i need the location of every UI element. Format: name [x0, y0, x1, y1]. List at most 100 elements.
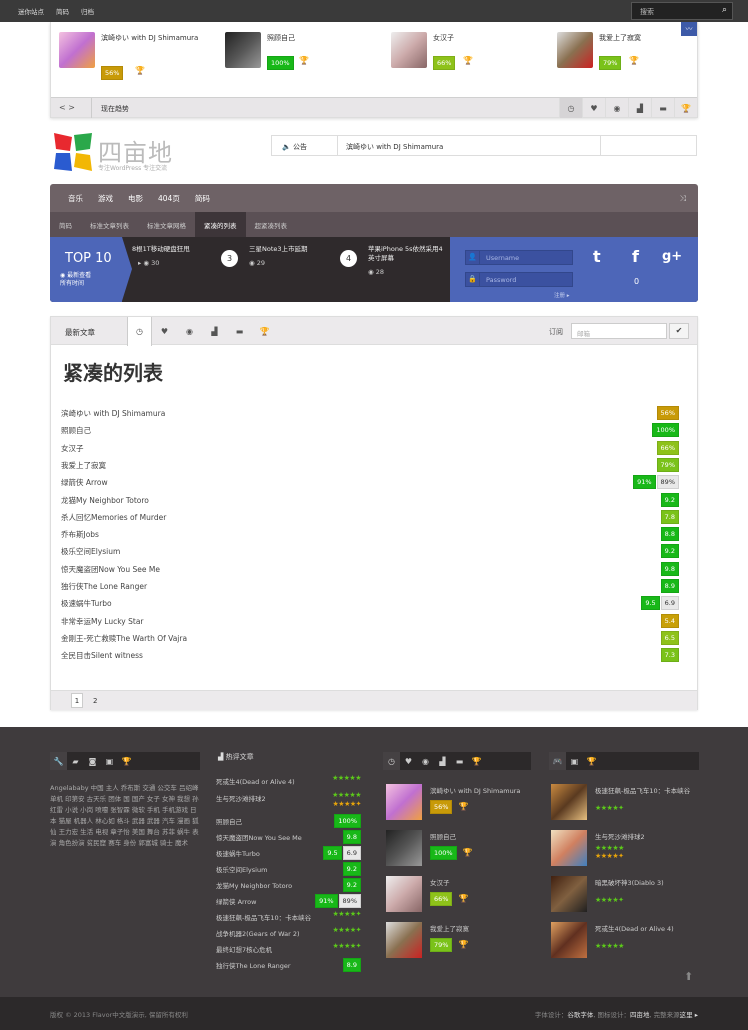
submit-check-icon[interactable]: ✔: [669, 323, 689, 339]
site-logo[interactable]: [52, 131, 94, 173]
comment-icon[interactable]: ▬: [651, 98, 674, 118]
list-item[interactable]: 龙猫My Neighbor Totoro 9.2: [61, 492, 679, 509]
slide-title[interactable]: 女汉子: [433, 34, 533, 43]
slide-thumbnail[interactable]: [557, 32, 593, 68]
article-title[interactable]: 独行侠The Lone Ranger: [61, 581, 147, 592]
article-title[interactable]: 全民目击Silent witness: [61, 650, 143, 661]
register-link[interactable]: 注册 ▸: [554, 291, 570, 299]
article-thumbnail[interactable]: [386, 784, 422, 820]
footer-article-item[interactable]: 女汉子 66% 🏆: [386, 876, 536, 916]
hot-article-title[interactable]: 最终幻想7核心危机: [216, 944, 326, 954]
clock-icon[interactable]: ◷: [127, 317, 152, 346]
hot-article-item[interactable]: 照顾自己 100%: [216, 813, 361, 829]
featured-title[interactable]: 三星Note3上市延期: [249, 245, 339, 254]
list-item[interactable]: 金刚王-死亡救赎The Warth Of Vajra 6.5: [61, 630, 679, 647]
list-item[interactable]: 独行侠The Lone Ranger 8.9: [61, 578, 679, 595]
game-title[interactable]: 死或生4(Dead or Alive 4): [595, 925, 700, 934]
hot-article-item[interactable]: 死或生4(Dead or Alive 4) ★★★★★: [216, 773, 361, 789]
password-field[interactable]: 🔒 Password: [465, 272, 573, 287]
article-thumbnail[interactable]: [386, 830, 422, 866]
footer-game-item[interactable]: 极速狂飙-极品飞车10：卡本峡谷 ★★★★✦: [551, 784, 701, 824]
eye-icon[interactable]: ◉: [605, 98, 628, 118]
bar-chart-icon[interactable]: ▟: [202, 317, 227, 345]
footer-game-item[interactable]: 死或生4(Dead or Alive 4) ★★★★★: [551, 922, 701, 962]
article-title[interactable]: 龙猫My Neighbor Totoro: [61, 495, 149, 506]
slide-item[interactable]: 照顾自己 100% 🏆: [225, 32, 375, 82]
hot-article-title[interactable]: 战争机器2(Gears of War 2): [216, 928, 326, 938]
facebook-icon[interactable]: f: [632, 247, 639, 266]
bar-chart-icon[interactable]: ▟: [434, 752, 451, 770]
trophy-icon[interactable]: 🏆: [674, 98, 697, 118]
subnav-item[interactable]: 超紧凑列表: [246, 212, 297, 237]
article-title[interactable]: 滨崎ゆい with DJ Shimamura: [61, 408, 165, 419]
nav-item[interactable]: 音乐: [68, 193, 83, 204]
list-item[interactable]: 乔布斯Jobs 8.8: [61, 526, 679, 543]
top-menu-item[interactable]: 迷你站点: [18, 6, 44, 16]
back-to-top-icon[interactable]: ⬆: [684, 970, 693, 983]
credit-link[interactable]: 四亩地: [630, 1011, 650, 1019]
search-input[interactable]: 搜索 ⌕: [631, 2, 733, 20]
hot-article-title[interactable]: 极速蜗牛Turbo: [216, 848, 326, 858]
article-title[interactable]: 极速蜗牛Turbo: [61, 598, 112, 609]
eye-icon[interactable]: ◉: [417, 752, 434, 770]
featured-title[interactable]: 苹果iPhone 5s依然采用4英寸屏幕: [368, 245, 446, 263]
article-title[interactable]: 女汉子: [430, 879, 535, 888]
hot-article-item[interactable]: 生与死沙滩排球2 ★★★★★ ★★★★✦: [216, 790, 362, 808]
slide-item[interactable]: 我爱上了寂寞 79% 🏆: [557, 32, 707, 82]
slide-thumbnail[interactable]: [225, 32, 261, 68]
slide-thumbnail[interactable]: [391, 32, 427, 68]
heart-icon[interactable]: ♥: [582, 98, 605, 118]
hot-article-title[interactable]: 极速狂飙-极品飞车10：卡本峡谷: [216, 912, 326, 922]
featured-title[interactable]: 8根1T移动硬盘狂甩: [132, 245, 222, 254]
list-item[interactable]: 极速蜗牛Turbo 9.5 6.9: [61, 595, 679, 612]
top-menu-item[interactable]: 归档: [81, 6, 94, 16]
nav-item[interactable]: 404页: [158, 193, 180, 204]
hot-article-title[interactable]: 绿箭侠 Arrow: [216, 896, 326, 906]
bar-chart-icon[interactable]: ▟: [628, 98, 651, 118]
list-item[interactable]: 滨崎ゆい with DJ Shimamura 56%: [61, 405, 679, 422]
list-item[interactable]: 照顾自己 100%: [61, 422, 679, 439]
article-thumbnail[interactable]: [386, 922, 422, 958]
hot-article-item[interactable]: 绿箭侠 Arrow 91% 89%: [216, 893, 361, 909]
trophy-icon[interactable]: 🏆: [583, 752, 600, 770]
article-thumbnail[interactable]: [386, 876, 422, 912]
list-item[interactable]: 极乐空间Elysium 9.2: [61, 543, 679, 560]
nav-item[interactable]: 电影: [128, 193, 143, 204]
list-item[interactable]: 女汉子 66%: [61, 440, 679, 457]
username-field[interactable]: 👤 Username: [465, 250, 573, 265]
slide-item[interactable]: 女汉子 66% 🏆: [391, 32, 541, 82]
page-number-active[interactable]: 1: [71, 693, 83, 708]
tv-icon[interactable]: ▣: [101, 752, 118, 770]
clock-icon[interactable]: ◷: [383, 752, 400, 770]
article-title[interactable]: 金刚王-死亡救赎The Warth Of Vajra: [61, 633, 187, 644]
article-title[interactable]: 女汉子: [61, 443, 84, 454]
footer-game-item[interactable]: 暗黑破坏神3(Diablo 3) ★★★★✦: [551, 876, 701, 916]
article-title[interactable]: 非常幸运My Lucky Star: [61, 616, 144, 627]
slide-thumbnail[interactable]: [59, 32, 95, 68]
top10-block[interactable]: TOP 10 ◉ 最新查看 所有时间: [50, 237, 122, 302]
trend-chart-icon[interactable]: 〰: [681, 22, 697, 36]
footer-game-item[interactable]: 生与死沙滩排球2 ★★★★★ ★★★★✦: [551, 830, 701, 870]
credit-link[interactable]: 这里 ▸: [680, 1011, 698, 1019]
clock-icon[interactable]: ◷: [559, 98, 582, 118]
hot-article-item[interactable]: 独行侠The Lone Ranger 8.9: [216, 957, 361, 973]
comment-icon[interactable]: ▬: [227, 317, 252, 345]
article-title[interactable]: 滨崎ゆい with DJ Shimamura: [430, 787, 535, 796]
article-title[interactable]: 我爱上了寂寞: [61, 460, 106, 471]
hot-article-title[interactable]: 照顾自己: [216, 816, 326, 826]
list-item[interactable]: 杀人回忆Memories of Murder 7.8: [61, 509, 679, 526]
subnav-item[interactable]: 简码: [50, 212, 81, 237]
folder-icon[interactable]: ▰: [67, 752, 84, 770]
subnav-item[interactable]: 标准文章网格: [138, 212, 195, 237]
hot-article-item[interactable]: 惊天魔盗团Now You See Me 9.8: [216, 829, 361, 845]
gamepad-icon[interactable]: 🎮: [549, 752, 566, 770]
footer-article-item[interactable]: 滨崎ゆい with DJ Shimamura 56% 🏆: [386, 784, 536, 824]
game-thumbnail[interactable]: [551, 830, 587, 866]
game-title[interactable]: 生与死沙滩排球2: [595, 833, 700, 842]
nav-item[interactable]: 游戏: [98, 193, 113, 204]
twitter-icon[interactable]: t: [593, 247, 601, 266]
article-title[interactable]: 照顾自己: [61, 425, 91, 436]
heart-icon[interactable]: ♥: [152, 317, 177, 345]
slider-nav-arrows[interactable]: < >: [59, 103, 75, 112]
wrench-icon[interactable]: 🔧: [50, 752, 67, 770]
